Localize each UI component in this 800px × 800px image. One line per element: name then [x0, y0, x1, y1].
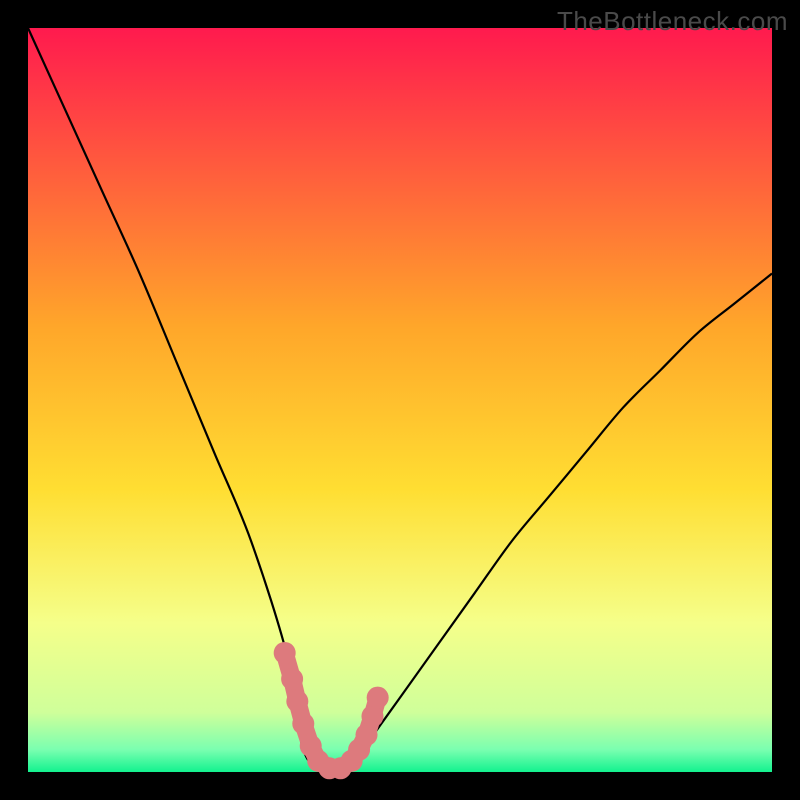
highlight-dot	[361, 705, 383, 727]
highlight-dot	[281, 668, 303, 690]
bottleneck-chart	[0, 0, 800, 800]
highlight-dot	[286, 690, 308, 712]
highlight-dot	[274, 642, 296, 664]
chart-container: TheBottleneck.com	[0, 0, 800, 800]
highlight-dot	[367, 687, 389, 709]
highlight-dot	[292, 713, 314, 735]
plot-background	[28, 28, 772, 772]
highlight-dot	[356, 724, 378, 746]
watermark-text: TheBottleneck.com	[557, 6, 788, 37]
